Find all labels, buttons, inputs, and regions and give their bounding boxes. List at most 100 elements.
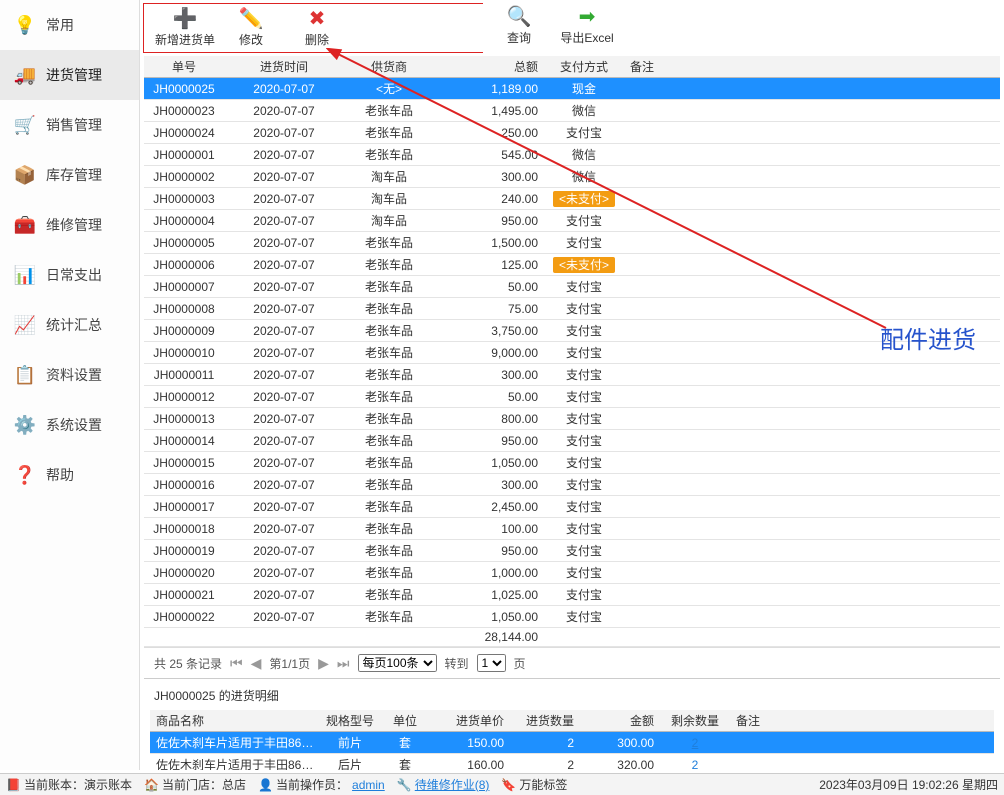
cart-icon: 🛒 [14,114,36,136]
table-row[interactable]: JH00000152020-07-07老张车品1,050.00支付宝 [144,452,1000,474]
export-button[interactable]: ➡ 导出Excel [554,3,620,49]
col-amount[interactable]: 总额 [434,56,544,78]
table-row[interactable]: JH00000012020-07-07老张车品545.00微信 [144,144,1000,166]
tag-icon: 🔖 [501,778,515,792]
sidebar-item-common[interactable]: 💡常用 [0,0,139,50]
detail-title: JH0000025 的进货明细 [150,685,994,710]
sidebar-item-label: 统计汇总 [46,315,102,335]
table-row[interactable]: JH00000172020-07-07老张车品2,450.00支付宝 [144,496,1000,518]
sb-tags[interactable]: 🔖万能标签 [501,776,567,793]
dcol-name[interactable]: 商品名称 [150,710,320,732]
unpaid-badge: <未支付> [553,257,615,273]
sidebar-item-label: 日常支出 [46,265,102,285]
sidebar: 💡常用 🚚进货管理 🛒销售管理 📦库存管理 🧰维修管理 📊日常支出 📈统计汇总 … [0,0,140,770]
remain-link[interactable]: 2 [692,758,699,771]
sidebar-item-data[interactable]: 📋资料设置 [0,350,139,400]
delete-button[interactable]: ✖删除 [284,5,350,51]
query-button[interactable]: 🔍查询 [486,3,552,49]
table-row[interactable]: JH00000202020-07-07老张车品1,000.00支付宝 [144,562,1000,584]
table-row[interactable]: JH00000242020-07-07老张车品250.00支付宝 [144,122,1000,144]
toolbox-icon: 🧰 [14,214,36,236]
sb-store[interactable]: 🏠当前门店：总店 [144,776,246,793]
sidebar-item-expense[interactable]: 📊 日常支出 [0,250,139,300]
btn-label: 导出Excel [560,29,613,46]
next-page-button[interactable]: ▶ [318,655,329,672]
detail-row[interactable]: 佐佐木刹车片适用于丰田86 后片后片套160.002320.002 [150,754,994,771]
help-icon: ❓ [14,464,36,486]
dcol-qty[interactable]: 进货数量 [510,710,580,732]
sidebar-item-settings[interactable]: ⚙️系统设置 [0,400,139,450]
btn-label: 修改 [239,31,263,48]
table-row[interactable]: JH00000092020-07-07老张车品3,750.00支付宝 [144,320,1000,342]
dcol-unit[interactable]: 单位 [380,710,430,732]
sb-operator[interactable]: 👤当前操作员：admin [258,776,385,793]
detail-row[interactable]: 佐佐木刹车片适用于丰田86 前片前片套150.002300.002 [150,732,994,754]
page-size-select[interactable]: 每页100条 [358,654,437,672]
table-row[interactable]: JH00000162020-07-07老张车品300.00支付宝 [144,474,1000,496]
goto-label: 转到 [445,655,469,672]
goto-page-select[interactable]: 1 [477,654,506,672]
table-row[interactable]: JH00000112020-07-07老张车品300.00支付宝 [144,364,1000,386]
pager: 共 25 条记录 ⏮ ◀ 第1/1页 ▶ ⏭ 每页100条 转到 1 页 [144,647,1000,678]
sidebar-item-label: 销售管理 [46,115,102,135]
first-page-button[interactable]: ⏮ [230,655,243,672]
sb-datetime: 2023年03月09日 19:02:26 星期四 [819,776,998,793]
table-row[interactable]: JH00000222020-07-07老张车品1,050.00支付宝 [144,606,1000,628]
table-row[interactable]: JH00000182020-07-07老张车品100.00支付宝 [144,518,1000,540]
sidebar-item-stats[interactable]: 📈 统计汇总 [0,300,139,350]
table-row[interactable]: JH00000252020-07-07<无>1,189.00现金 [144,78,1000,100]
table-row[interactable]: JH00000032020-07-07淘车品240.00<未支付> [144,188,1000,210]
dcol-remain[interactable]: 剩余数量 [660,710,730,732]
chart-icon: 📊 [14,264,36,286]
table-row[interactable]: JH00000122020-07-07老张车品50.00支付宝 [144,386,1000,408]
stats-icon: 📈 [14,314,36,336]
table-header-row: 单号 进货时间 供货商 总额 支付方式 备注 [144,56,1000,78]
table-row[interactable]: JH00000142020-07-07老张车品950.00支付宝 [144,430,1000,452]
sidebar-item-sales[interactable]: 🛒 销售管理 [0,100,139,150]
dcol-price[interactable]: 进货单价 [430,710,510,732]
last-page-button[interactable]: ⏭ [337,655,350,672]
table-row[interactable]: JH00000212020-07-07老张车品1,025.00支付宝 [144,584,1000,606]
prev-page-button[interactable]: ◀ [251,655,262,672]
table-row[interactable]: JH00000102020-07-07老张车品9,000.00支付宝 [144,342,1000,364]
table-row[interactable]: JH00000062020-07-07老张车品125.00<未支付> [144,254,1000,276]
sb-pending[interactable]: 🔧待维修作业(8) [397,776,490,793]
dcol-spec[interactable]: 规格型号 [320,710,380,732]
box-icon: 📦 [14,164,36,186]
sidebar-item-repair[interactable]: 🧰 维修管理 [0,200,139,250]
table-row[interactable]: JH00000072020-07-07老张车品50.00支付宝 [144,276,1000,298]
table-row[interactable]: JH00000132020-07-07老张车品800.00支付宝 [144,408,1000,430]
edit-button[interactable]: ✏️ 修改 [218,5,284,51]
col-supplier[interactable]: 供货商 [344,56,434,78]
table-row[interactable]: JH00000192020-07-07老张车品950.00支付宝 [144,540,1000,562]
bulb-icon: 💡 [14,14,36,36]
col-payment[interactable]: 支付方式 [544,56,624,78]
pencil-icon: ✏️ [239,9,264,29]
sidebar-item-purchase[interactable]: 🚚进货管理 [0,50,139,100]
dcol-amount[interactable]: 金额 [580,710,660,732]
sidebar-item-label: 进货管理 [46,65,102,85]
table-row[interactable]: JH00000052020-07-07老张车品1,500.00支付宝 [144,232,1000,254]
sidebar-item-label: 维修管理 [46,215,102,235]
total-amount: 28,144.00 [434,628,544,647]
sidebar-item-inventory[interactable]: 📦库存管理 [0,150,139,200]
sb-account[interactable]: 📕当前账本：演示账本 [6,776,132,793]
remain-link[interactable]: 2 [692,736,699,750]
add-button[interactable]: ➕新增进货单 [152,5,218,51]
btn-label: 删除 [305,31,329,48]
table-row[interactable]: JH00000082020-07-07老张车品75.00支付宝 [144,298,1000,320]
btn-label: 查询 [507,29,531,46]
sidebar-item-help[interactable]: ❓帮助 [0,450,139,500]
col-date[interactable]: 进货时间 [224,56,344,78]
col-number[interactable]: 单号 [144,56,224,78]
table-row[interactable]: JH00000022020-07-07淘车品300.00微信 [144,166,1000,188]
dcol-remark[interactable]: 备注 [730,710,994,732]
col-remark[interactable]: 备注 [624,56,1000,78]
table-row[interactable]: JH00000232020-07-07老张车品1,495.00微信 [144,100,1000,122]
table-row[interactable]: JH00000042020-07-07淘车品950.00支付宝 [144,210,1000,232]
operator-link[interactable]: admin [352,778,385,792]
arrow-right-icon: ➡ [579,7,596,27]
detail-table: 商品名称 规格型号 单位 进货单价 进货数量 金额 剩余数量 备注 佐佐木刹车片… [150,710,994,770]
page-indicator: 第1/1页 [269,655,310,672]
wrench-icon: 🔧 [397,778,411,792]
